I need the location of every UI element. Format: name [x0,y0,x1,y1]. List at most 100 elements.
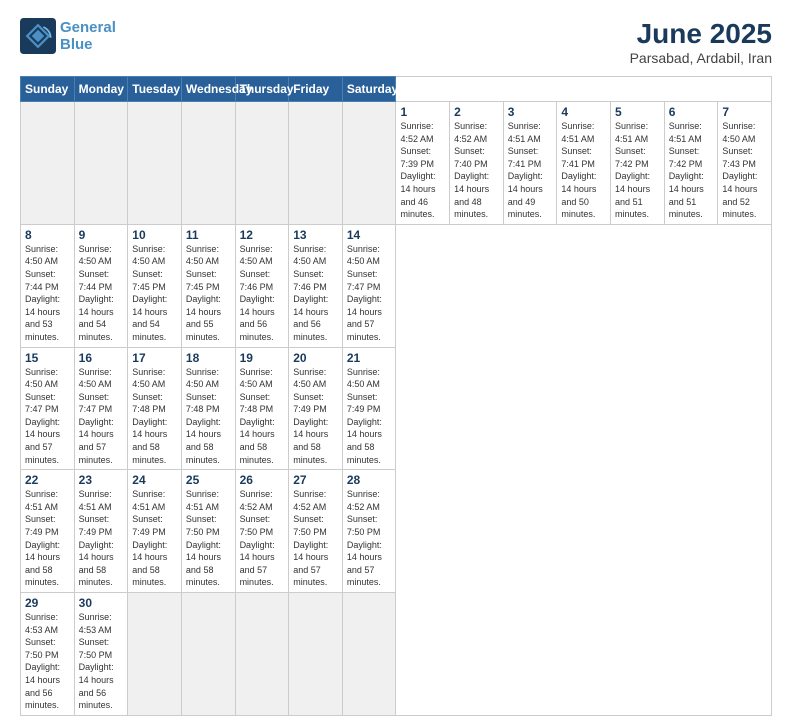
day-info: Sunrise: 4:52 AMSunset: 7:39 PMDaylight:… [400,120,445,221]
logo-text: General Blue [60,19,116,54]
table-row: 3Sunrise: 4:51 AMSunset: 7:41 PMDaylight… [503,102,557,225]
day-info: Sunrise: 4:50 AMSunset: 7:44 PMDaylight:… [79,243,124,344]
day-number: 8 [25,228,70,242]
calendar-week-row: 8Sunrise: 4:50 AMSunset: 7:44 PMDaylight… [21,224,772,347]
table-row: 22Sunrise: 4:51 AMSunset: 7:49 PMDayligh… [21,470,75,593]
day-number: 28 [347,473,392,487]
table-row: 30Sunrise: 4:53 AMSunset: 7:50 PMDayligh… [74,593,128,716]
table-row: 23Sunrise: 4:51 AMSunset: 7:49 PMDayligh… [74,470,128,593]
table-row: 1Sunrise: 4:52 AMSunset: 7:39 PMDaylight… [396,102,450,225]
day-info: Sunrise: 4:52 AMSunset: 7:50 PMDaylight:… [293,488,338,589]
day-number: 11 [186,228,231,242]
page: General Blue June 2025 Parsabad, Ardabil… [0,0,792,612]
day-number: 29 [25,596,70,610]
day-number: 22 [25,473,70,487]
table-row [235,102,289,225]
table-row: 20Sunrise: 4:50 AMSunset: 7:49 PMDayligh… [289,347,343,470]
day-info: Sunrise: 4:51 AMSunset: 7:42 PMDaylight:… [615,120,660,221]
calendar-header-row: Sunday Monday Tuesday Wednesday Thursday… [21,77,772,102]
day-info: Sunrise: 4:52 AMSunset: 7:50 PMDaylight:… [347,488,392,589]
day-info: Sunrise: 4:50 AMSunset: 7:47 PMDaylight:… [79,366,124,467]
table-row: 24Sunrise: 4:51 AMSunset: 7:49 PMDayligh… [128,470,182,593]
day-number: 27 [293,473,338,487]
day-number: 10 [132,228,177,242]
day-number: 21 [347,351,392,365]
day-number: 2 [454,105,499,119]
day-info: Sunrise: 4:50 AMSunset: 7:45 PMDaylight:… [186,243,231,344]
table-row: 8Sunrise: 4:50 AMSunset: 7:44 PMDaylight… [21,224,75,347]
day-number: 19 [240,351,285,365]
col-monday: Monday [74,77,128,102]
table-row: 7Sunrise: 4:50 AMSunset: 7:43 PMDaylight… [718,102,772,225]
day-info: Sunrise: 4:51 AMSunset: 7:42 PMDaylight:… [669,120,714,221]
day-number: 15 [25,351,70,365]
day-info: Sunrise: 4:50 AMSunset: 7:45 PMDaylight:… [132,243,177,344]
table-row: 16Sunrise: 4:50 AMSunset: 7:47 PMDayligh… [74,347,128,470]
table-row: 26Sunrise: 4:52 AMSunset: 7:50 PMDayligh… [235,470,289,593]
day-number: 3 [508,105,553,119]
day-number: 17 [132,351,177,365]
day-number: 14 [347,228,392,242]
day-number: 7 [722,105,767,119]
table-row: 27Sunrise: 4:52 AMSunset: 7:50 PMDayligh… [289,470,343,593]
col-tuesday: Tuesday [128,77,182,102]
day-number: 25 [186,473,231,487]
day-info: Sunrise: 4:53 AMSunset: 7:50 PMDaylight:… [79,611,124,712]
calendar-week-row: 15 Sunrise: 4:50 AMSunset: 7:47 PMDayligh… [21,347,772,470]
table-row [342,593,396,716]
logo-icon [20,18,56,54]
main-title: June 2025 [630,18,772,50]
day-number: 30 [79,596,124,610]
day-info: Sunrise: 4:50 AMSunset: 7:44 PMDaylight:… [25,243,70,344]
subtitle: Parsabad, Ardabil, Iran [630,50,772,66]
day-number: 16 [79,351,124,365]
table-row [128,593,182,716]
day-info: Sunrise: 4:51 AMSunset: 7:41 PMDaylight:… [561,120,606,221]
table-row: 12Sunrise: 4:50 AMSunset: 7:46 PMDayligh… [235,224,289,347]
day-info: Sunrise: 4:50 AMSunset: 7:48 PMDaylight:… [132,366,177,467]
day-number: 20 [293,351,338,365]
day-number: 4 [561,105,606,119]
day-number: 18 [186,351,231,365]
table-row [289,102,343,225]
day-number: 23 [79,473,124,487]
day-number: 1 [400,105,445,119]
day-number: 6 [669,105,714,119]
day-info: Sunrise: 4:50 AMSunset: 7:46 PMDaylight:… [240,243,285,344]
day-number: 12 [240,228,285,242]
calendar-week-row: 22Sunrise: 4:51 AMSunset: 7:49 PMDayligh… [21,470,772,593]
day-number: 13 [293,228,338,242]
table-row: 10Sunrise: 4:50 AMSunset: 7:45 PMDayligh… [128,224,182,347]
day-info: Sunrise: 4:51 AMSunset: 7:49 PMDaylight:… [132,488,177,589]
day-info: Sunrise: 4:51 AMSunset: 7:49 PMDaylight:… [79,488,124,589]
table-row: 15Sunrise: 4:50 AMSunset: 7:47 PMDayligh… [21,347,75,470]
table-row [289,593,343,716]
table-row: 6Sunrise: 4:51 AMSunset: 7:42 PMDaylight… [664,102,718,225]
table-row [128,102,182,225]
table-row: 5Sunrise: 4:51 AMSunset: 7:42 PMDaylight… [611,102,665,225]
day-info: Sunrise: 4:51 AMSunset: 7:49 PMDaylight:… [25,488,70,589]
col-friday: Friday [289,77,343,102]
table-row [181,102,235,225]
table-row: 17Sunrise: 4:50 AMSunset: 7:48 PMDayligh… [128,347,182,470]
day-info: Sunrise: 4:50 AMSunset: 7:46 PMDaylight:… [293,243,338,344]
day-info: Sunrise: 4:53 AMSunset: 7:50 PMDaylight:… [25,611,70,712]
day-info: Sunrise: 4:50 AMSunset: 7:49 PMDaylight:… [347,366,392,467]
day-info: Sunrise: 4:50 AMSunset: 7:47 PMDaylight:… [347,243,392,344]
day-number: 5 [615,105,660,119]
header: General Blue June 2025 Parsabad, Ardabil… [20,18,772,66]
table-row: 19Sunrise: 4:50 AMSunset: 7:48 PMDayligh… [235,347,289,470]
logo: General Blue [20,18,116,54]
table-row: 28Sunrise: 4:52 AMSunset: 7:50 PMDayligh… [342,470,396,593]
col-wednesday: Wednesday [181,77,235,102]
day-info: Sunrise: 4:51 AMSunset: 7:41 PMDaylight:… [508,120,553,221]
calendar-week-row: 1Sunrise: 4:52 AMSunset: 7:39 PMDaylight… [21,102,772,225]
table-row [181,593,235,716]
table-row [342,102,396,225]
table-row: 14Sunrise: 4:50 AMSunset: 7:47 PMDayligh… [342,224,396,347]
table-row [74,102,128,225]
table-row: 2Sunrise: 4:52 AMSunset: 7:40 PMDaylight… [450,102,504,225]
day-info: Sunrise: 4:50 AMSunset: 7:49 PMDaylight:… [293,366,338,467]
col-sunday: Sunday [21,77,75,102]
table-row: 25Sunrise: 4:51 AMSunset: 7:50 PMDayligh… [181,470,235,593]
